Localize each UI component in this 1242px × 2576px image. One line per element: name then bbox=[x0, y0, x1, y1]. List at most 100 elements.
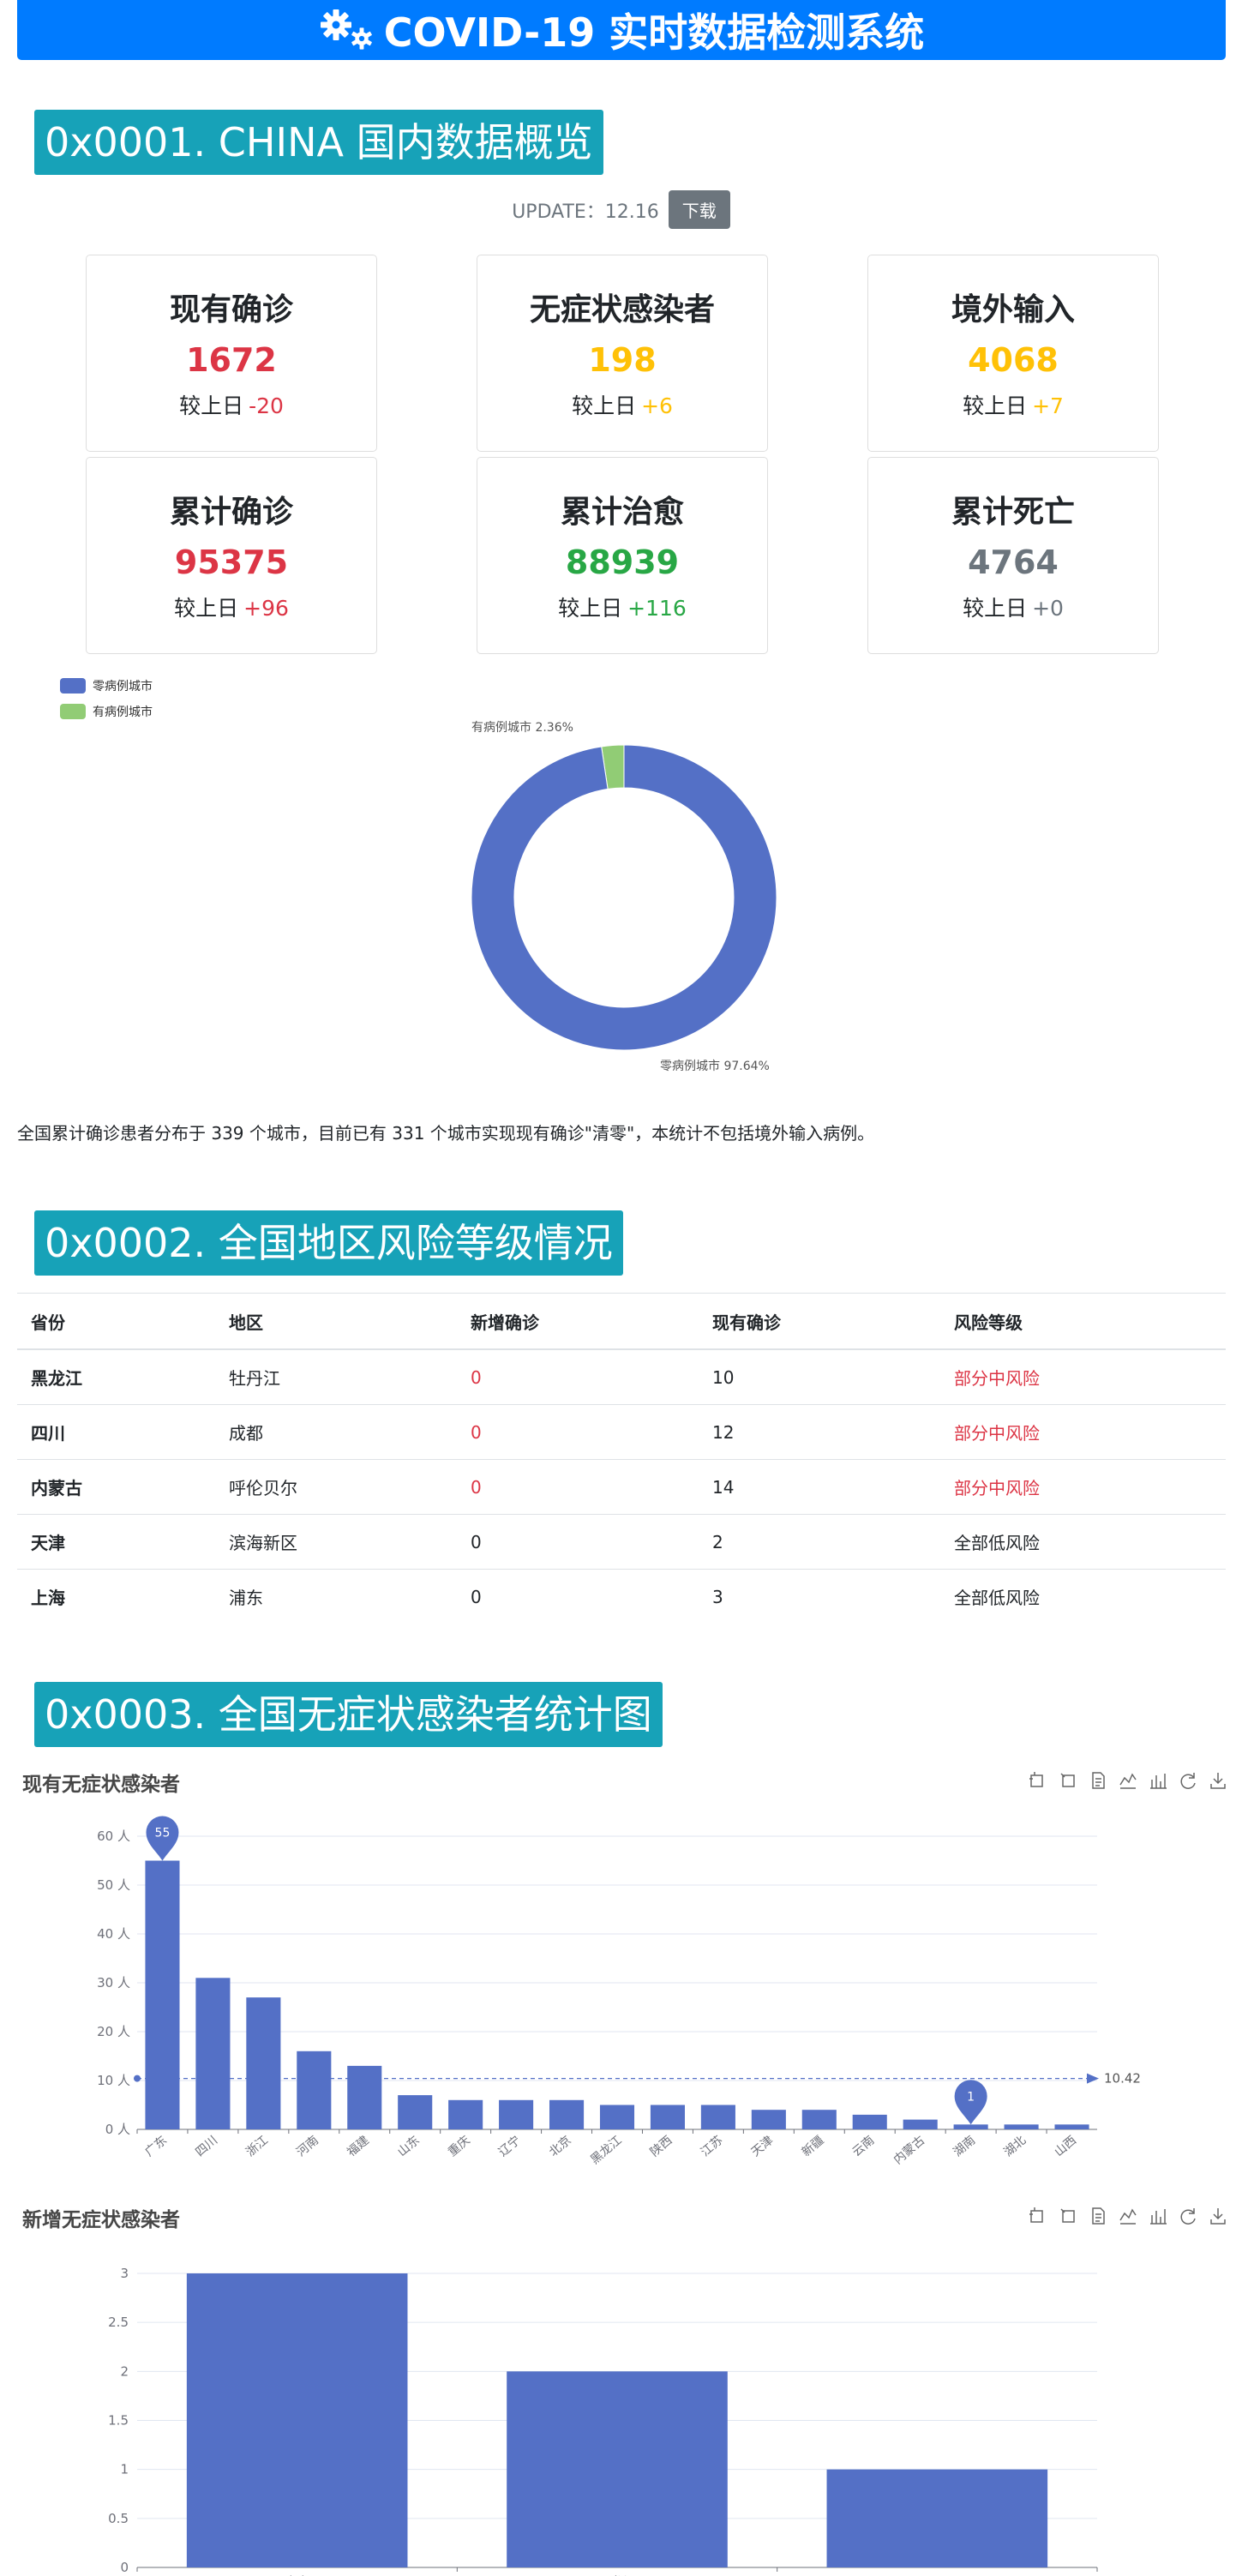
bar-icon[interactable] bbox=[1149, 1771, 1167, 1790]
y-tick-label: 1 bbox=[120, 2462, 129, 2477]
app-header: COVID-19 实时数据检测系统 bbox=[17, 0, 1226, 60]
bar[interactable] bbox=[347, 2065, 382, 2129]
stat-card-value: 88939 bbox=[565, 543, 680, 581]
bar[interactable] bbox=[246, 1997, 281, 2129]
bar[interactable] bbox=[953, 2124, 988, 2129]
y-tick-label: 2 bbox=[120, 2363, 129, 2379]
delta-value: +116 bbox=[627, 596, 687, 621]
bar[interactable] bbox=[751, 2110, 786, 2129]
bar-icon[interactable] bbox=[1149, 2207, 1167, 2225]
slice-label: 零病例城市 97.64% bbox=[660, 1059, 770, 1073]
table-cell: 牡丹江 bbox=[215, 1348, 457, 1405]
delta-prefix: 较上日 bbox=[963, 596, 1028, 621]
stat-card-delta: 较上日 +96 bbox=[87, 591, 376, 622]
table-cell: 3 bbox=[699, 1569, 940, 1624]
zoom-icon[interactable] bbox=[1029, 1771, 1047, 1790]
table-cell: 部分中风险 bbox=[940, 1404, 1226, 1460]
stat-card-value: 4068 bbox=[968, 341, 1059, 379]
chart-title-current: 现有无症状感染者 bbox=[22, 1774, 180, 1796]
donut-chart: 有病例城市 2.36% 零病例城市 97.64% bbox=[471, 720, 777, 1073]
legend-item[interactable]: 零病例城市 bbox=[60, 677, 153, 694]
chart-title-new: 新增无症状感染者 bbox=[22, 2209, 180, 2231]
legend-label: 零病例城市 bbox=[93, 680, 153, 694]
save-icon[interactable] bbox=[1209, 2207, 1227, 2225]
data-view-icon[interactable] bbox=[1089, 1771, 1107, 1790]
bar[interactable] bbox=[195, 1978, 231, 2129]
col-header: 风险等级 bbox=[940, 1293, 1226, 1350]
restore-icon[interactable] bbox=[1179, 2207, 1197, 2225]
bar[interactable] bbox=[852, 2114, 887, 2129]
bar[interactable] bbox=[903, 2119, 938, 2129]
data-view-icon[interactable] bbox=[1089, 2207, 1107, 2225]
zoom-reset-icon[interactable] bbox=[1059, 1771, 1077, 1790]
bar[interactable] bbox=[186, 2273, 408, 2567]
table-cell: 黑龙江 bbox=[17, 1348, 215, 1405]
table-cell: 全部低风险 bbox=[940, 1514, 1226, 1570]
bar[interactable] bbox=[1004, 2124, 1039, 2129]
stat-card-title: 累计死亡 bbox=[951, 495, 1075, 530]
x-tick-label: 山西 bbox=[1052, 2134, 1079, 2159]
average-line-arrow bbox=[1087, 2073, 1099, 2084]
bar[interactable] bbox=[650, 2105, 685, 2130]
stat-card-delta: 较上日 +116 bbox=[477, 591, 767, 622]
download-button[interactable]: 下载 bbox=[668, 190, 730, 229]
bar-chart-new: 00.511.522.53广东黑龙江四川 bbox=[108, 2266, 1098, 2576]
bar[interactable] bbox=[826, 2469, 1048, 2567]
delta-value: -20 bbox=[249, 393, 284, 418]
x-tick-label: 福建 bbox=[345, 2134, 372, 2159]
x-tick-label: 北京 bbox=[547, 2134, 574, 2159]
bar[interactable] bbox=[1054, 2124, 1089, 2129]
table-cell: 10 bbox=[699, 1348, 940, 1405]
y-tick-label: 0.5 bbox=[108, 2511, 129, 2526]
save-icon[interactable] bbox=[1209, 1771, 1227, 1790]
stat-card-delta: 较上日 +7 bbox=[868, 389, 1158, 420]
app-title: COVID-19 实时数据检测系统 bbox=[383, 9, 925, 56]
x-tick-label: 黑龙江 bbox=[588, 2134, 624, 2167]
bar[interactable] bbox=[549, 2099, 585, 2129]
bar[interactable] bbox=[507, 2371, 728, 2567]
table-row: 上海 浦东 0 3 全部低风险 bbox=[17, 1569, 1226, 1624]
bar[interactable] bbox=[297, 2051, 332, 2129]
slice-label: 有病例城市 2.36% bbox=[471, 720, 573, 735]
zoom-reset-icon[interactable] bbox=[1059, 2207, 1077, 2225]
stat-card: 现有确诊 1672 较上日 -20 bbox=[86, 255, 377, 452]
bar[interactable] bbox=[599, 2105, 635, 2130]
bar[interactable] bbox=[801, 2110, 837, 2129]
legend-item[interactable]: 有病例城市 bbox=[60, 703, 153, 720]
restore-icon[interactable] bbox=[1179, 1771, 1197, 1790]
table-row: 四川 成都 0 12 部分中风险 bbox=[17, 1404, 1226, 1460]
table-cell: 0 bbox=[457, 1569, 699, 1624]
y-tick-label: 30 人 bbox=[97, 1975, 130, 1991]
zoom-icon[interactable] bbox=[1029, 2207, 1047, 2225]
update-bar: UPDATE：12.16 下载 bbox=[0, 190, 1242, 229]
section-title-risk: 0x0002. 全国地区风险等级情况 bbox=[34, 1210, 623, 1276]
y-tick-label: 0 bbox=[120, 2560, 129, 2575]
pie-slice[interactable] bbox=[471, 744, 777, 1051]
risk-table: 省份 地区 新增确诊 现有确诊 风险等级 黑龙江 牡丹江 0 10 部分中风险 四川 成都 0… bbox=[17, 1293, 1226, 1624]
risk-table-wrap: 省份 地区 新增确诊 现有确诊 风险等级 黑龙江 牡丹江 0 10 部分中风险 四川 成都 0… bbox=[17, 1293, 1226, 1624]
x-tick-label: 云南 bbox=[850, 2134, 878, 2159]
delta-prefix: 较上日 bbox=[572, 393, 637, 418]
table-cell: 浦东 bbox=[215, 1569, 457, 1624]
bar[interactable] bbox=[700, 2105, 735, 2130]
line-icon[interactable] bbox=[1119, 1771, 1137, 1790]
stat-card: 境外输入 4068 较上日 +7 bbox=[867, 255, 1159, 452]
line-icon[interactable] bbox=[1119, 2207, 1137, 2225]
bar[interactable] bbox=[145, 1860, 180, 2130]
col-header: 现有确诊 bbox=[699, 1293, 940, 1350]
table-cell: 0 bbox=[457, 1404, 699, 1460]
bar[interactable] bbox=[448, 2099, 483, 2129]
stat-card-value: 95375 bbox=[174, 543, 289, 581]
legend-swatch bbox=[60, 678, 86, 694]
delta-value: +7 bbox=[1032, 393, 1064, 418]
x-tick-label: 湖南 bbox=[951, 2134, 978, 2159]
table-header-row: 省份 地区 新增确诊 现有确诊 风险等级 bbox=[17, 1293, 1226, 1350]
bar[interactable] bbox=[499, 2099, 534, 2129]
bar[interactable] bbox=[398, 2095, 433, 2129]
update-label: UPDATE：12.16 bbox=[512, 201, 659, 223]
y-tick-label: 40 人 bbox=[97, 1926, 130, 1942]
markpoint-min: 1 bbox=[954, 2080, 987, 2125]
y-tick-label: 3 bbox=[120, 2266, 129, 2281]
y-tick-label: 0 人 bbox=[105, 2122, 130, 2137]
y-tick-label: 1.5 bbox=[108, 2413, 129, 2429]
